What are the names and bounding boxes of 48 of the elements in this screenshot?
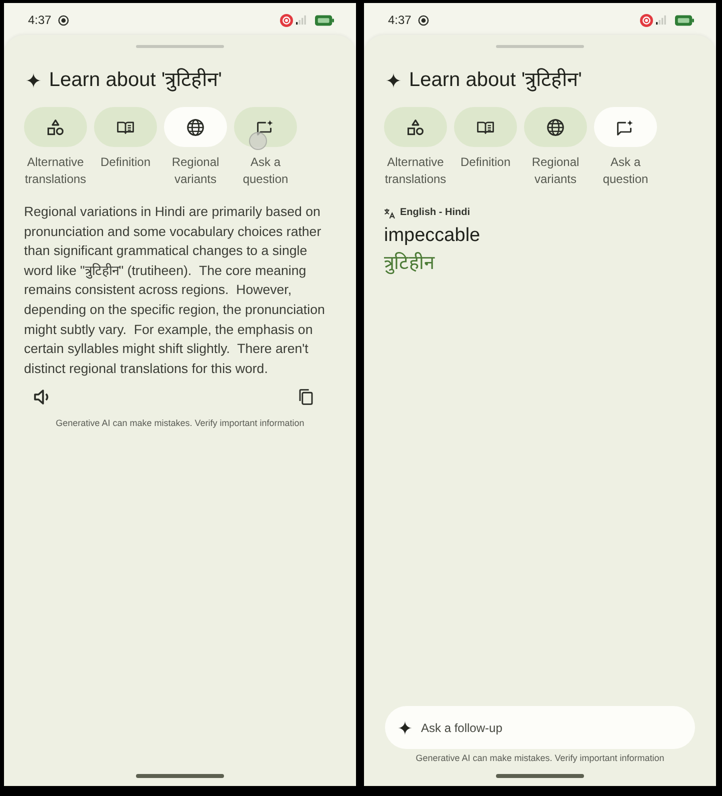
chat-sparkle-icon bbox=[257, 118, 274, 136]
chip-label: Alternative translations bbox=[384, 154, 448, 187]
battery-icon bbox=[315, 14, 334, 26]
option-chip[interactable] bbox=[24, 107, 87, 147]
drag-handle[interactable] bbox=[136, 45, 224, 48]
option-chip[interactable] bbox=[94, 107, 157, 147]
chat-sparkle-icon bbox=[617, 118, 634, 136]
follow-up-field[interactable]: Ask a follow-up bbox=[385, 706, 695, 749]
globe-icon bbox=[187, 118, 204, 136]
recording-icon bbox=[280, 14, 293, 26]
sparkle-icon bbox=[398, 720, 412, 734]
option-chip[interactable] bbox=[594, 107, 657, 147]
status-time: 4:37 bbox=[28, 13, 52, 27]
sheet-title: Learn about 'त्रुटिहीन' bbox=[409, 67, 582, 93]
source-word: impeccable bbox=[384, 224, 480, 248]
signal-icon bbox=[656, 15, 666, 25]
chip-label: Regional variants bbox=[530, 154, 580, 187]
chip-label: Ask a question bbox=[242, 154, 290, 187]
option-chip[interactable] bbox=[164, 107, 227, 147]
copy-icon[interactable] bbox=[298, 389, 314, 406]
sparkle-icon bbox=[386, 72, 401, 88]
translate-icon bbox=[384, 208, 395, 218]
globe-icon bbox=[547, 118, 564, 136]
chip-label: Alternative translations bbox=[24, 154, 88, 187]
option-chip[interactable] bbox=[454, 107, 517, 147]
option-chip[interactable] bbox=[524, 107, 587, 147]
shapes-icon bbox=[47, 118, 64, 136]
chip-label: Regional variants bbox=[170, 154, 220, 187]
chip-label: Definition bbox=[99, 154, 152, 170]
signal-icon bbox=[296, 15, 306, 25]
drag-handle[interactable] bbox=[496, 45, 584, 48]
sparkle-icon bbox=[26, 72, 41, 88]
chip-label: Ask a question bbox=[602, 154, 650, 187]
chip-label: Definition bbox=[459, 154, 512, 170]
disclaimer-text: Generative AI can make mistakes. Verify important information bbox=[416, 752, 664, 764]
speaker-icon[interactable] bbox=[34, 389, 50, 406]
shapes-icon bbox=[407, 118, 424, 136]
disclaimer-text: Generative AI can make mistakes. Verify important information bbox=[56, 417, 304, 430]
language-pair: English - Hindi bbox=[400, 206, 470, 220]
sheet-title: Learn about 'त्रुटिहीन' bbox=[49, 67, 222, 93]
translated-word: त्रुटिहीन bbox=[384, 251, 435, 276]
record-icon bbox=[58, 14, 70, 26]
answer-text: Regional variations in Hindi are primarily based on pronunciation and some vocabulary choices rather than significant grammatical changes to a single word like "त्रुटिहीन" (trutiheen). The core meaning remains consistent across regions. However, depending on the specific region, the pronunciation might subtly vary. For example, the emphasis on certain syllables might shift slightly. There aren't distinct regional translations for this word. bbox=[24, 203, 326, 378]
battery-icon bbox=[675, 14, 694, 26]
status-time: 4:37 bbox=[388, 13, 412, 27]
recording-icon bbox=[640, 14, 653, 26]
record-icon bbox=[418, 14, 430, 26]
option-chip[interactable] bbox=[384, 107, 447, 147]
